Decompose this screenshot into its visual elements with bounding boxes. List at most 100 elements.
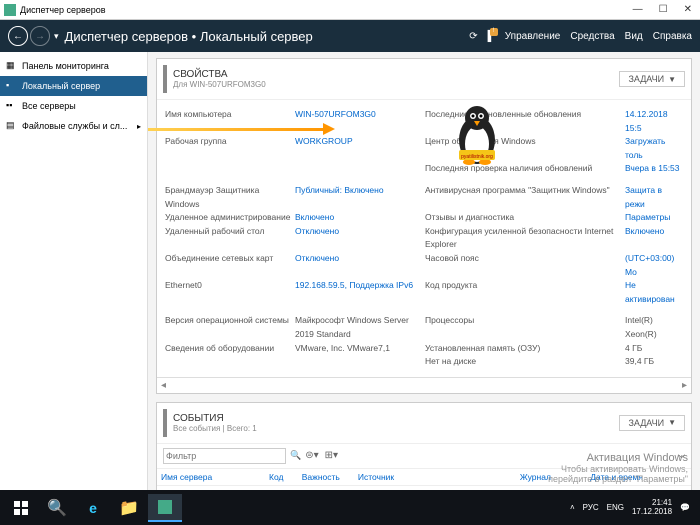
h-scrollbar[interactable]: ◂▸	[157, 377, 691, 393]
prop-value[interactable]: Параметры	[625, 211, 670, 225]
prop-label: Отзывы и диагностика	[425, 211, 625, 225]
prop-value[interactable]: WIN-507URFOM3G0	[295, 108, 425, 135]
properties-body: pyatilistnik.org Имя компьютераWIN-507UR…	[157, 100, 691, 377]
col-server[interactable]: Имя сервера	[157, 469, 265, 486]
refresh-hint: ▾	[54, 31, 59, 42]
activation-watermark: Активация Windows Чтобы активировать Win…	[548, 452, 688, 484]
search-icon[interactable]: 🔍	[290, 450, 301, 461]
prop-value[interactable]: Отключено	[295, 225, 425, 252]
property-row: Рабочая группаWORKGROUPЦентр обновления …	[165, 135, 683, 162]
lang-indicator[interactable]: ENG	[607, 503, 624, 512]
events-title: СОБЫТИЯ	[173, 413, 257, 424]
sidebar-item-file-services[interactable]: ▤Файловые службы и сл...▸	[0, 116, 147, 136]
prop-value[interactable]: Включено	[625, 225, 664, 252]
prop-label: Антивирусная программа "Защитник Windows…	[425, 184, 625, 211]
prop-value[interactable]: Защита в режи	[625, 184, 683, 211]
taskbar: 🔍 e 📁 ˄ РУС ENG 21:41 17.12.2018 💬	[0, 490, 700, 525]
annotation-arrow	[148, 128, 327, 131]
properties-subtitle: Для WIN-507URFOM3G0	[173, 80, 266, 89]
server-manager-task[interactable]	[148, 494, 182, 522]
sidebar: ▦Панель мониторинга ▪Локальный сервер ▪▪…	[0, 52, 148, 490]
col-code[interactable]: Код	[265, 469, 298, 486]
prop-value: Майкрософт Windows Server 2019 Standard	[295, 314, 425, 341]
close-button[interactable]: ✕	[680, 4, 696, 15]
prop-label: Установленная память (ОЗУ)	[425, 342, 625, 356]
prop-value[interactable]: WORKGROUP	[295, 135, 425, 162]
property-row: Объединение сетевых картОтключеноЧасовой…	[165, 252, 683, 279]
maximize-button[interactable]: ☐	[655, 4, 672, 15]
forward-button[interactable]: →	[30, 26, 50, 46]
minimize-button[interactable]: —	[629, 4, 647, 15]
app-header: ← → ▾ Диспетчер серверов • Локальный сер…	[0, 20, 700, 52]
prop-value: Intel(R) Xeon(R)	[625, 314, 683, 341]
property-row: Ethernet0192.168.59.5, Поддержка IPv6Код…	[165, 279, 683, 306]
property-row: Версия операционной системыМайкрософт Wi…	[165, 314, 683, 341]
col-severity[interactable]: Важность	[298, 469, 354, 486]
search-icon[interactable]: 🔍	[40, 494, 74, 522]
sidebar-item-dashboard[interactable]: ▦Панель мониторинга	[0, 56, 147, 76]
prop-label: Удаленное администрирование	[165, 211, 295, 225]
notifications-icon[interactable]: ▌!	[488, 31, 495, 42]
prop-label: Ethernet0	[165, 279, 295, 306]
panel-accent	[163, 409, 167, 437]
prop-value[interactable]: Публичный: Включено	[295, 184, 425, 211]
logo-overlay: pyatilistnik.org	[447, 98, 507, 168]
prop-value[interactable]: Не активирован	[625, 279, 683, 306]
prop-value[interactable]: Включено	[295, 211, 425, 225]
notifications-icon[interactable]: 💬	[680, 503, 690, 512]
window-title: Диспетчер серверов	[20, 5, 106, 15]
prop-label: Нет на диске	[425, 355, 625, 369]
ie-icon[interactable]: e	[76, 494, 110, 522]
start-button[interactable]	[4, 494, 38, 522]
col-source[interactable]: Источник	[354, 469, 516, 486]
property-row: Последняя проверка наличия обновленийВче…	[165, 162, 683, 176]
menu-manage[interactable]: Управление	[505, 31, 561, 42]
clock[interactable]: 21:41 17.12.2018	[632, 499, 672, 517]
tags-icon[interactable]: ⊞▾	[325, 450, 338, 461]
svg-text:pyatilistnik.org: pyatilistnik.org	[461, 154, 493, 160]
menu-view[interactable]: Вид	[625, 31, 643, 42]
prop-value: 39,4 ГБ	[625, 355, 654, 369]
app-icon	[4, 4, 16, 16]
refresh-icon[interactable]: ⟳	[469, 31, 477, 42]
filter-icon[interactable]: ⊜▾	[305, 450, 318, 461]
sidebar-item-local-server[interactable]: ▪Локальный сервер	[0, 76, 147, 96]
property-row: Сведения об оборудованииVMware, Inc. VMw…	[165, 342, 683, 356]
explorer-icon[interactable]: 📁	[112, 494, 146, 522]
files-icon: ▤	[6, 120, 18, 132]
events-subtitle: Все события | Всего: 1	[173, 424, 257, 433]
prop-value[interactable]: Отключено	[295, 252, 425, 279]
menu-tools[interactable]: Средства	[570, 31, 614, 42]
sidebar-item-all-servers[interactable]: ▪▪Все серверы	[0, 96, 147, 116]
tasks-button[interactable]: ЗАДАЧИ▼	[619, 71, 685, 87]
menu-help[interactable]: Справка	[653, 31, 692, 42]
back-button[interactable]: ←	[8, 26, 28, 46]
prop-value[interactable]: 14.12.2018 15:5	[625, 108, 683, 135]
prop-value: 4 ГБ	[625, 342, 642, 356]
server-icon: ▪	[6, 80, 18, 92]
keyboard-indicator[interactable]: РУС	[583, 503, 599, 512]
property-row: Удаленный рабочий столОтключеноКонфигура…	[165, 225, 683, 252]
tray-chevron[interactable]: ˄	[570, 503, 575, 512]
prop-value[interactable]: Загружать толь	[625, 135, 683, 162]
prop-value[interactable]	[295, 162, 425, 176]
event-row[interactable]: WIN-507URFOM3G0 8198 Ошибка Microsoft-Wi…	[157, 485, 691, 490]
property-row: Удаленное администрированиеВключеноОтзыв…	[165, 211, 683, 225]
dashboard-icon: ▦	[6, 60, 18, 72]
prop-value[interactable]: Вчера в 15:53	[625, 162, 680, 176]
prop-value[interactable]: 192.168.59.5, Поддержка IPv6	[295, 279, 425, 306]
prop-label: Рабочая группа	[165, 135, 295, 162]
prop-label	[165, 355, 295, 369]
events-filter-input[interactable]	[163, 448, 286, 464]
panel-accent	[163, 65, 167, 93]
prop-value[interactable]: (UTC+03:00) Мо	[625, 252, 683, 279]
property-row: Брандмауэр Защитника WindowsПубличный: В…	[165, 184, 683, 211]
prop-label: Удаленный рабочий стол	[165, 225, 295, 252]
prop-label: Часовой пояс	[425, 252, 625, 279]
tasks-button[interactable]: ЗАДАЧИ▼	[619, 415, 685, 431]
properties-panel: СВОЙСТВА Для WIN-507URFOM3G0 ЗАДАЧИ▼ pya…	[156, 58, 692, 394]
prop-label: Брандмауэр Защитника Windows	[165, 184, 295, 211]
prop-value[interactable]	[295, 355, 425, 369]
prop-label: Код продукта	[425, 279, 625, 306]
prop-label: Имя компьютера	[165, 108, 295, 135]
